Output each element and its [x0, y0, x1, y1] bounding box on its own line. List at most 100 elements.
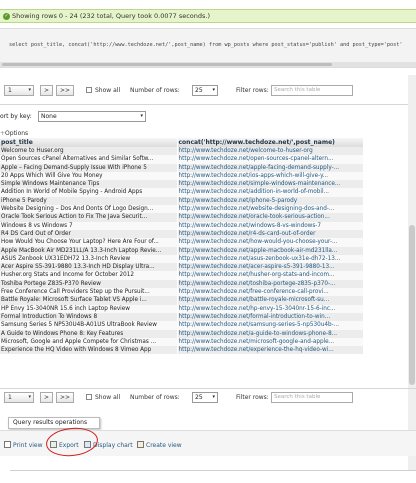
url-cell[interactable]: http://www.techdoze.net/oracle-took-seri…: [177, 213, 364, 222]
url-cell[interactable]: http://www.techdoze.net/open-sources-cpa…: [177, 155, 364, 164]
table-row[interactable]: Microsoft, Google and Apple Compete for …: [0, 337, 364, 347]
post-title-cell[interactable]: Oracle Took Serious Action to Fix The Ja…: [0, 213, 178, 222]
table-row[interactable]: Welcome to Huser.org http://www.techdoze.…: [0, 147, 364, 156]
url-cell[interactable]: http://www.techdoze.net/experience-the-h…: [177, 346, 364, 355]
table-row[interactable]: HP Envy 15-3040NR 15.6 inch Laptop Revie…: [0, 304, 364, 313]
table-row[interactable]: iPhone 5 Parody http://www.techdoze.net/i…: [0, 196, 364, 206]
sql-query-box[interactable]: select post_title, concat('http://www.te…: [0, 28, 416, 68]
post-title-cell[interactable]: Experience the HQ Video with Windows 8 V…: [0, 346, 178, 355]
url-cell[interactable]: http://www.techdoze.net/apple-macbook-ai…: [177, 246, 364, 255]
url-cell[interactable]: http://www.techdoze.net/acer-aspire-s5-3…: [177, 263, 364, 272]
post-title-cell[interactable]: Microsoft, Google and Apple Compete for …: [0, 337, 178, 347]
url-cell[interactable]: http://www.techdoze.net/welcome-to-huser…: [177, 147, 364, 156]
post-title-cell[interactable]: Windows 8 vs Windows 7: [0, 221, 178, 230]
url-cell[interactable]: http://www.techdoze.net/how-would-you-ch…: [177, 238, 364, 247]
table-row[interactable]: Battle Royale: Microsoft Surface Tablet …: [0, 296, 364, 305]
last-page-button[interactable]: >>: [56, 85, 75, 96]
page-vertical-scrollbar[interactable]: [408, 75, 416, 470]
rows-select[interactable]: 25 ▾: [192, 392, 218, 403]
url-cell[interactable]: http://www.techdoze.net/a-guide-to-windo…: [177, 329, 364, 338]
page-select[interactable]: 1 ▾: [4, 392, 34, 403]
rows-label: Number of rows:: [130, 87, 180, 94]
post-title-cell[interactable]: Acer Aspire S5-391-9880 13.3-Inch HD Dis…: [0, 263, 178, 272]
url-cell[interactable]: http://www.techdoze.net/apple-facing-dem…: [177, 163, 364, 172]
url-cell[interactable]: http://www.techdoze.net/asus-zenbook-ux3…: [177, 254, 364, 264]
post-title-cell[interactable]: Husher.org Stats and Income for October …: [0, 271, 178, 280]
last-page-button[interactable]: >>: [56, 392, 75, 403]
table-row[interactable]: Simple Windows Maintenance Tips http://ww…: [0, 180, 364, 189]
table-row[interactable]: Experience the HQ Video with Windows 8 V…: [0, 346, 364, 355]
next-page-button[interactable]: >: [40, 85, 54, 96]
post-title-cell[interactable]: R4 DS Card Out of Order: [0, 229, 178, 239]
url-cell[interactable]: http://www.techdoze.net/toshiba-portege-…: [177, 279, 364, 289]
table-row[interactable]: 20 Apps Which Will Give You Money http://…: [0, 171, 364, 181]
table-row[interactable]: Acer Aspire S5-391-9880 13.3-Inch HD Dis…: [0, 263, 364, 272]
post-title-cell[interactable]: Free Conference Call Providers Step up t…: [0, 288, 178, 297]
sort-select[interactable]: None ▾: [38, 111, 146, 122]
url-cell[interactable]: http://www.techdoze.net/free-conference-…: [177, 288, 364, 297]
url-cell[interactable]: http://www.techdoze.net/website-designin…: [177, 205, 364, 214]
table-row[interactable]: Open Sources cPanel Alternatives and Sim…: [0, 155, 364, 164]
post-title-cell[interactable]: Addition In World of Mobile Spying - And…: [0, 188, 178, 197]
sql-scroll-thumb[interactable]: [2, 63, 332, 66]
sql-query-text[interactable]: select post_title, concat('http://www.te…: [9, 42, 403, 48]
post-title-cell[interactable]: ASUS Zenbook UX31EDH72 13.3-Inch Review: [0, 254, 178, 264]
post-title-cell[interactable]: iPhone 5 Parody: [0, 196, 178, 206]
url-cell[interactable]: http://www.techdoze.net/battle-royale-mi…: [177, 296, 364, 305]
filter-input[interactable]: Search this table: [271, 85, 353, 96]
post-title-cell[interactable]: How Would You Choose Your Laptop? Here A…: [0, 238, 178, 247]
next-page-button[interactable]: >: [40, 392, 54, 403]
post-title-cell[interactable]: 20 Apps Which Will Give You Money: [0, 171, 178, 181]
table-row[interactable]: How Would You Choose Your Laptop? Here A…: [0, 238, 364, 247]
rows-select[interactable]: 25 ▾: [192, 85, 218, 96]
create-view-link[interactable]: Create view: [137, 441, 182, 451]
url-cell[interactable]: http://www.techdoze.net/addition-in-worl…: [177, 188, 364, 197]
post-title-cell[interactable]: Samsung Series 5 NP530U4B-A01US UltraBoo…: [0, 321, 178, 330]
post-title-cell[interactable]: Open Sources cPanel Alternatives and Sim…: [0, 155, 178, 164]
post-title-cell[interactable]: Apple MacBook Air MD231LL/A 13.3-Inch La…: [0, 246, 178, 255]
url-cell[interactable]: http://www.techdoze.net/ios-apps-which-w…: [177, 171, 364, 181]
table-row[interactable]: Formal Introduction To Windows 8 http://w…: [0, 312, 364, 322]
column-header-post-title[interactable]: post_title: [0, 138, 178, 147]
post-title-cell[interactable]: Toshiba Portege Z835-P370 Review: [0, 279, 178, 289]
table-row[interactable]: ASUS Zenbook UX31EDH72 13.3-Inch Review h…: [0, 254, 364, 264]
table-row[interactable]: Website Designing – Dos And Donts Of Log…: [0, 205, 364, 214]
table-row[interactable]: A Guide to Windows Phone 8: Key Features…: [0, 329, 364, 338]
sql-horizontal-scrollbar[interactable]: [0, 62, 416, 67]
post-title-cell[interactable]: Welcome to Huser.org: [0, 147, 178, 156]
post-title-cell[interactable]: Battle Royale: Microsoft Surface Tablet …: [0, 296, 178, 305]
url-cell[interactable]: http://www.techdoze.net/husher-org-stats…: [177, 271, 364, 280]
page-select[interactable]: 1 ▾: [4, 85, 34, 96]
table-row[interactable]: Addition In World of Mobile Spying - And…: [0, 188, 364, 197]
show-all-checkbox[interactable]: [86, 87, 92, 93]
table-row[interactable]: Oracle Took Serious Action to Fix The Ja…: [0, 213, 364, 222]
post-title-cell[interactable]: Formal Introduction To Windows 8: [0, 312, 178, 322]
table-row[interactable]: Apple MacBook Air MD231LL/A 13.3-Inch La…: [0, 246, 364, 255]
table-row[interactable]: Toshiba Portege Z835-P370 Review http://w…: [0, 279, 364, 289]
url-cell[interactable]: http://www.techdoze.net/simple-windows-m…: [177, 180, 364, 189]
post-title-cell[interactable]: HP Envy 15-3040NR 15.6 inch Laptop Revie…: [0, 304, 178, 313]
page-scroll-thumb[interactable]: [409, 225, 415, 385]
print-view-link[interactable]: Print view: [4, 441, 43, 451]
url-cell[interactable]: http://www.techdoze.net/r4-ds-card-out-o…: [177, 229, 364, 239]
post-title-cell[interactable]: Website Designing – Dos And Donts Of Log…: [0, 205, 178, 214]
url-cell[interactable]: http://www.techdoze.net/windows-8-vs-win…: [177, 221, 364, 230]
filter-input[interactable]: Search this table: [271, 392, 353, 403]
post-title-cell[interactable]: Simple Windows Maintenance Tips: [0, 180, 178, 189]
table-row[interactable]: Samsung Series 5 NP530U4B-A01US UltraBoo…: [0, 321, 364, 330]
table-row[interactable]: R4 DS Card Out of Order http://www.techdo…: [0, 229, 364, 239]
table-row[interactable]: Husher.org Stats and Income for October …: [0, 271, 364, 280]
table-row[interactable]: Apple – Facing Demand-Supply Issue With …: [0, 163, 364, 172]
post-title-cell[interactable]: Apple – Facing Demand-Supply Issue With …: [0, 163, 178, 172]
url-cell[interactable]: http://www.techdoze.net/iphone-5-parody: [177, 196, 364, 206]
url-cell[interactable]: http://www.techdoze.net/hp-envy-15-3040n…: [177, 304, 364, 313]
show-all-checkbox[interactable]: [86, 394, 92, 400]
url-cell[interactable]: http://www.techdoze.net/formal-introduct…: [177, 312, 364, 322]
post-title-cell[interactable]: A Guide to Windows Phone 8: Key Features: [0, 329, 178, 338]
table-row[interactable]: Free Conference Call Providers Step up t…: [0, 288, 364, 297]
url-cell[interactable]: http://www.techdoze.net/samsung-series-5…: [177, 321, 364, 330]
column-header-url[interactable]: concat('http://www.techdoze.net/',post_n…: [177, 138, 364, 147]
url-cell[interactable]: http://www.techdoze.net/microsoft-google…: [177, 337, 364, 347]
table-row[interactable]: Windows 8 vs Windows 7 http://www.techdoz…: [0, 221, 364, 230]
options-link[interactable]: +Options: [0, 130, 28, 137]
